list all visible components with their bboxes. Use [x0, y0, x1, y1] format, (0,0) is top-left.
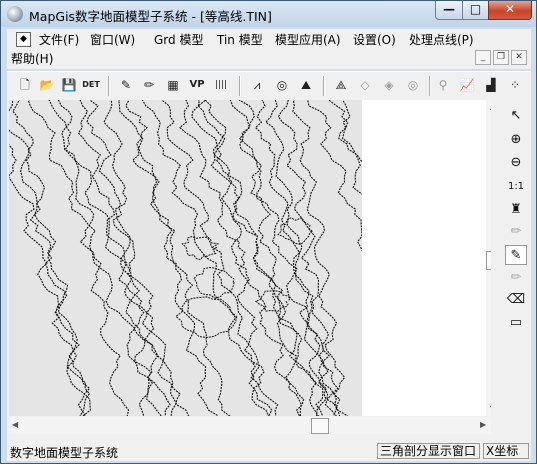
- document-area: ▲ ▼ ◀ ▶ ↖ ⊕ ⊖ 1:1 ♜ ✏ ✎ ✏ ⌫ ▭: [7, 100, 531, 442]
- contour-line: [57, 100, 130, 416]
- zoom-in-icon[interactable]: ⊕: [505, 130, 527, 150]
- contour-ring: [277, 217, 313, 245]
- vertical-scroll-thumb[interactable]: [486, 251, 491, 270]
- toolbar-separator: [108, 76, 110, 96]
- wireframe-icon[interactable]: ⟁: [332, 76, 350, 94]
- menu-window[interactable]: 窗口(W): [90, 31, 135, 48]
- contour-line: [125, 100, 219, 416]
- det-icon[interactable]: DET: [82, 76, 100, 94]
- layers-icon[interactable]: ▭: [505, 313, 527, 333]
- contour-lines: [9, 100, 462, 416]
- wire-mesh-icon[interactable]: ◇: [356, 76, 374, 94]
- maximize-button[interactable]: □: [462, 1, 489, 20]
- zoom-out-icon[interactable]: ⊖: [505, 153, 527, 173]
- contour-map-area[interactable]: [9, 100, 462, 416]
- scroll-down-icon[interactable]: ▼: [490, 404, 491, 413]
- contour-line: [86, 100, 181, 416]
- scroll-up-icon[interactable]: ▲: [490, 102, 491, 111]
- contour-line: [77, 100, 171, 416]
- document-system-menu-icon[interactable]: ◆: [16, 32, 31, 47]
- scroll-right-icon[interactable]: ▶: [480, 420, 486, 429]
- toolbar-separator: [239, 76, 241, 96]
- mdi-close-button[interactable]: ✕: [511, 50, 527, 65]
- terrain-icon[interactable]: ⛰: [297, 76, 315, 94]
- menu-model-application[interactable]: 模型应用(A): [275, 31, 341, 48]
- contour-line: [161, 100, 279, 416]
- app-globe-icon[interactable]: [7, 6, 23, 22]
- contour-rings-icon[interactable]: ◎: [273, 76, 291, 94]
- menu-tin-model[interactable]: Tin 模型: [217, 31, 263, 48]
- menu-bar: ◆ 文件(F) 窗口(W) Grd 模型 Tin 模型 模型应用(A) 设置(O…: [7, 29, 531, 69]
- contour-line: [328, 100, 462, 416]
- toolbar-separator: [323, 76, 325, 96]
- menu-process-points-lines[interactable]: 处理点线(P): [409, 31, 474, 48]
- profile-chart-icon[interactable]: 📈: [458, 76, 476, 94]
- menu-file[interactable]: 文件(F): [39, 31, 79, 48]
- scatter-points-icon[interactable]: ⁘: [506, 76, 524, 94]
- point-icon[interactable]: ⚲: [434, 76, 452, 94]
- brush-icon[interactable]: ♜: [505, 200, 527, 220]
- contour-ring: [181, 236, 220, 261]
- grid-icon[interactable]: ▦: [164, 76, 182, 94]
- barcode-icon[interactable]: ||||: [212, 76, 230, 94]
- eraser-icon[interactable]: ⌫: [505, 290, 527, 310]
- shaded-relief-icon[interactable]: ▟: [482, 76, 500, 94]
- mdi-minimize-button[interactable]: _: [475, 50, 491, 65]
- new-file-icon[interactable]: 🗋: [16, 76, 34, 94]
- vertical-scrollbar[interactable]: ▲ ▼: [486, 100, 491, 416]
- open-folder-icon[interactable]: 📂: [38, 76, 56, 94]
- rings-grey-icon[interactable]: ◎: [404, 76, 422, 94]
- save-icon[interactable]: 💾: [60, 76, 78, 94]
- window-title: MapGis数字地面模型子系统 - [等高线.TIN]: [29, 9, 272, 24]
- side-toolbar: ↖ ⊕ ⊖ 1:1 ♜ ✏ ✎ ✏ ⌫ ▭: [501, 100, 531, 336]
- contour-line: [197, 100, 320, 416]
- contour-ring: [175, 296, 238, 339]
- contour-line: [277, 100, 339, 416]
- contour-line: [9, 144, 91, 416]
- contour-line: [118, 100, 232, 416]
- status-app-name: 数字地面模型子系统: [10, 446, 119, 460]
- main-toolbar: 🗋 📂 💾 DET ✎ ✏ ▦ VP |||| ⩘ ◎ ⛰ ⟁ ◇ ◈ ◎ ⚲ …: [7, 71, 531, 101]
- select-arrow-icon[interactable]: ↖: [505, 106, 527, 126]
- pencil-grey-icon[interactable]: ✏: [505, 222, 527, 242]
- contour-line: [254, 100, 341, 416]
- toolbar-separator: [429, 76, 431, 96]
- contour-line: [9, 100, 91, 416]
- status-display-mode: 三角剖分显示窗口: [377, 443, 480, 459]
- actual-size-icon[interactable]: 1:1: [505, 177, 527, 197]
- pen-icon[interactable]: ✎: [117, 76, 135, 94]
- app-window: MapGis数字地面模型子系统 - [等高线.TIN] — □ ✕ ◆ 文件(F…: [0, 0, 537, 464]
- horizontal-scroll-thumb[interactable]: [311, 418, 329, 434]
- pencil-grey-icon[interactable]: ✏: [505, 268, 527, 288]
- contour-line: [103, 100, 150, 416]
- menu-grd-model[interactable]: Grd 模型: [154, 31, 203, 48]
- map-view[interactable]: ▲ ▼: [9, 100, 491, 416]
- scroll-left-icon[interactable]: ◀: [12, 420, 18, 429]
- close-button[interactable]: ✕: [488, 1, 532, 20]
- status-coordinate: X坐标: [483, 443, 529, 459]
- edit-pencil-icon[interactable]: ✎: [505, 245, 527, 265]
- pencil-icon[interactable]: ✏: [140, 76, 158, 94]
- minimize-button[interactable]: —: [435, 1, 463, 20]
- status-bar: 数字地面模型子系统 三角剖分显示窗口 X坐标: [7, 442, 531, 461]
- contour-line: [307, 100, 432, 416]
- menu-settings[interactable]: 设置(O): [353, 31, 396, 48]
- contour-line: [238, 100, 302, 416]
- contour-line: [341, 100, 412, 416]
- shaded-mesh-icon[interactable]: ◈: [380, 76, 398, 94]
- contour-line: [27, 100, 163, 416]
- title-bar[interactable]: MapGis数字地面模型子系统 - [等高线.TIN] — □ ✕: [1, 1, 536, 27]
- menu-help[interactable]: 帮助(H): [11, 50, 53, 67]
- contour-lines-icon[interactable]: ⩘: [248, 76, 266, 94]
- vp-icon[interactable]: VP: [188, 76, 206, 94]
- contour-line: [265, 100, 327, 416]
- mdi-restore-button[interactable]: ❐: [493, 50, 509, 65]
- horizontal-scrollbar[interactable]: ◀ ▶: [9, 417, 491, 434]
